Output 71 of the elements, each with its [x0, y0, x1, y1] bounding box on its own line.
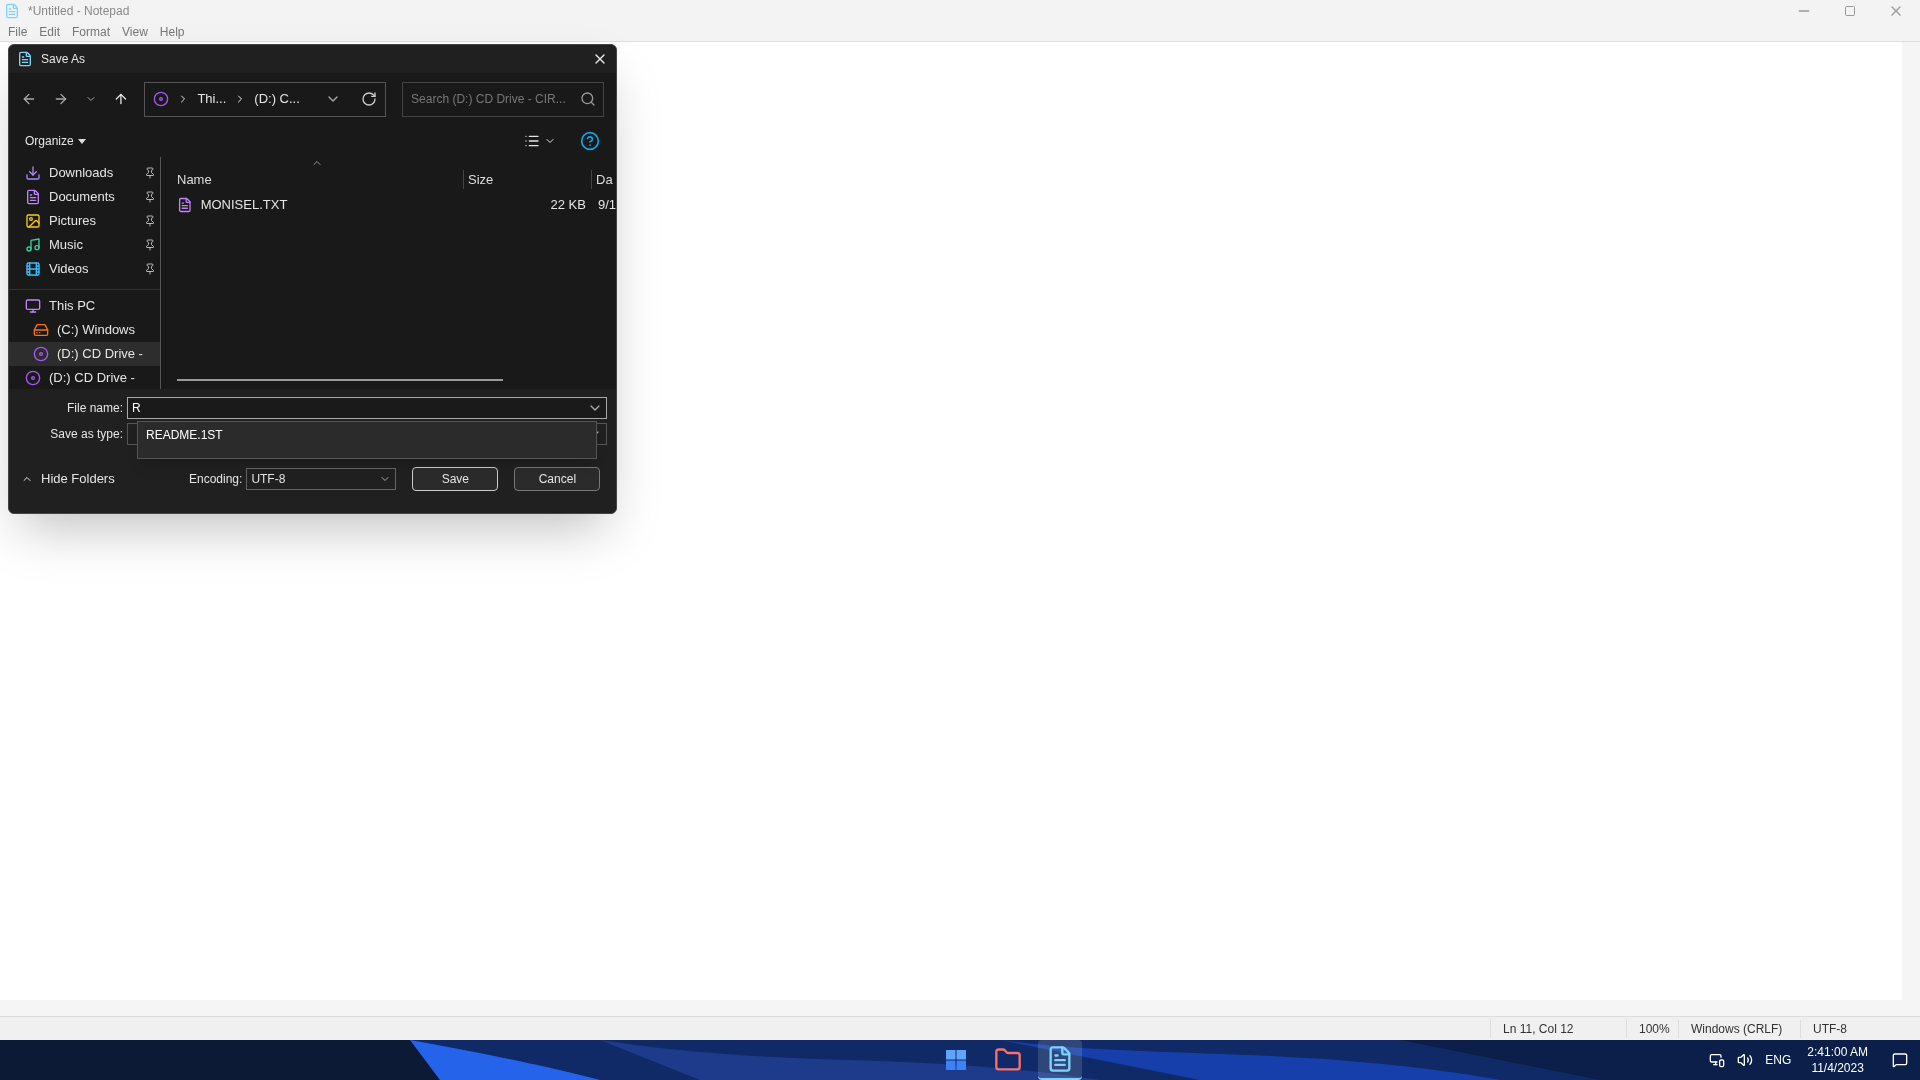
- disc-icon: [153, 91, 170, 107]
- back-icon[interactable]: [21, 91, 37, 107]
- monitor-icon: [25, 298, 41, 314]
- folder-icon: [994, 1046, 1022, 1074]
- disc-icon: [33, 346, 49, 362]
- nav-item[interactable]: Pictures: [9, 209, 160, 233]
- notepad-icon: [4, 3, 20, 19]
- status-item: Ln 11, Col 12: [1490, 1019, 1626, 1038]
- search-field[interactable]: Search (D:) CD Drive - CIR...: [402, 81, 604, 117]
- nav-item[interactable]: (C:) Windows: [9, 318, 160, 342]
- text-file-icon: [177, 197, 193, 213]
- cancel-button[interactable]: Cancel: [514, 467, 601, 491]
- breadcrumb-item[interactable]: (D:) C...: [254, 89, 300, 109]
- column-header[interactable]: Size: [463, 169, 591, 189]
- menu-item[interactable]: Help: [159, 22, 185, 41]
- dialog-title: Save As: [41, 51, 86, 68]
- hide-folders-button[interactable]: Hide Folders: [21, 469, 189, 489]
- file-size: 22 KB: [549, 196, 586, 215]
- field-label: Save as type:: [49, 426, 124, 443]
- download-icon: [25, 165, 41, 181]
- field-label: File name:: [65, 400, 124, 417]
- nav-item[interactable]: Documents: [9, 185, 160, 209]
- organize-button[interactable]: Organize: [25, 132, 86, 150]
- refresh-icon[interactable]: [361, 91, 378, 107]
- menu-item[interactable]: Edit: [39, 22, 61, 41]
- network-icon[interactable]: [1709, 1052, 1726, 1068]
- horizontal-scrollbar[interactable]: [177, 379, 503, 381]
- breadcrumb-item[interactable]: Thi...: [197, 89, 227, 109]
- encoding-dropdown[interactable]: UTF-8: [246, 468, 397, 490]
- column-header[interactable]: Da: [591, 169, 613, 189]
- nav-item[interactable]: This PC: [9, 294, 160, 318]
- view-icon[interactable]: [524, 133, 540, 149]
- status-item: 100%: [1626, 1019, 1678, 1038]
- address-bar[interactable]: Thi... (D:) C...: [144, 81, 387, 117]
- column-header[interactable]: Name: [177, 169, 463, 189]
- disc-icon: [25, 370, 41, 386]
- nav-item[interactable]: (D:) CD Drive -: [9, 366, 160, 389]
- clock-time[interactable]: 2:41:00 AM: [1807, 1044, 1868, 1060]
- status-item: UTF-8: [1800, 1019, 1870, 1038]
- document-icon: [25, 189, 41, 205]
- speaker-icon[interactable]: [1737, 1052, 1754, 1068]
- menu-item[interactable]: View: [122, 22, 148, 41]
- suggestion-item[interactable]: README.1ST: [138, 422, 596, 444]
- window-title: *Untitled - Notepad: [28, 3, 130, 20]
- nav-item[interactable]: (D:) CD Drive -: [9, 342, 160, 366]
- menu-item[interactable]: File: [8, 22, 28, 41]
- nav-item[interactable]: Music: [9, 233, 160, 257]
- film-icon: [25, 261, 41, 277]
- search-icon: [580, 90, 596, 107]
- menu-item[interactable]: Format: [72, 22, 111, 41]
- nav-item[interactable]: Videos: [9, 257, 160, 281]
- file-date: 9/1: [597, 196, 616, 215]
- file-row[interactable]: MONISEL.TXT 22 KB 9/1: [177, 193, 616, 217]
- file-name: MONISEL.TXT: [200, 196, 289, 215]
- clock-date[interactable]: 11/4/2023: [1811, 1060, 1864, 1076]
- image-icon: [25, 213, 41, 229]
- language-indicator[interactable]: ENG: [1765, 1051, 1792, 1069]
- nav-item[interactable]: Downloads: [9, 161, 160, 185]
- save-button[interactable]: Save: [412, 467, 499, 491]
- maximize-icon[interactable]: [1844, 5, 1856, 17]
- taskbar-app[interactable]: [1038, 1040, 1082, 1080]
- status-item: Windows (CRLF): [1678, 1019, 1800, 1038]
- windows-logo-icon: [944, 1048, 968, 1072]
- file-name-field[interactable]: R: [127, 397, 607, 419]
- help-icon[interactable]: [580, 131, 600, 151]
- music-icon: [25, 237, 41, 253]
- caret-icon: [77, 138, 86, 144]
- encoding-label: Encoding:: [189, 471, 243, 488]
- notifications-icon[interactable]: [1892, 1052, 1908, 1068]
- drive-icon: [33, 322, 49, 338]
- notepad-icon: [17, 51, 33, 67]
